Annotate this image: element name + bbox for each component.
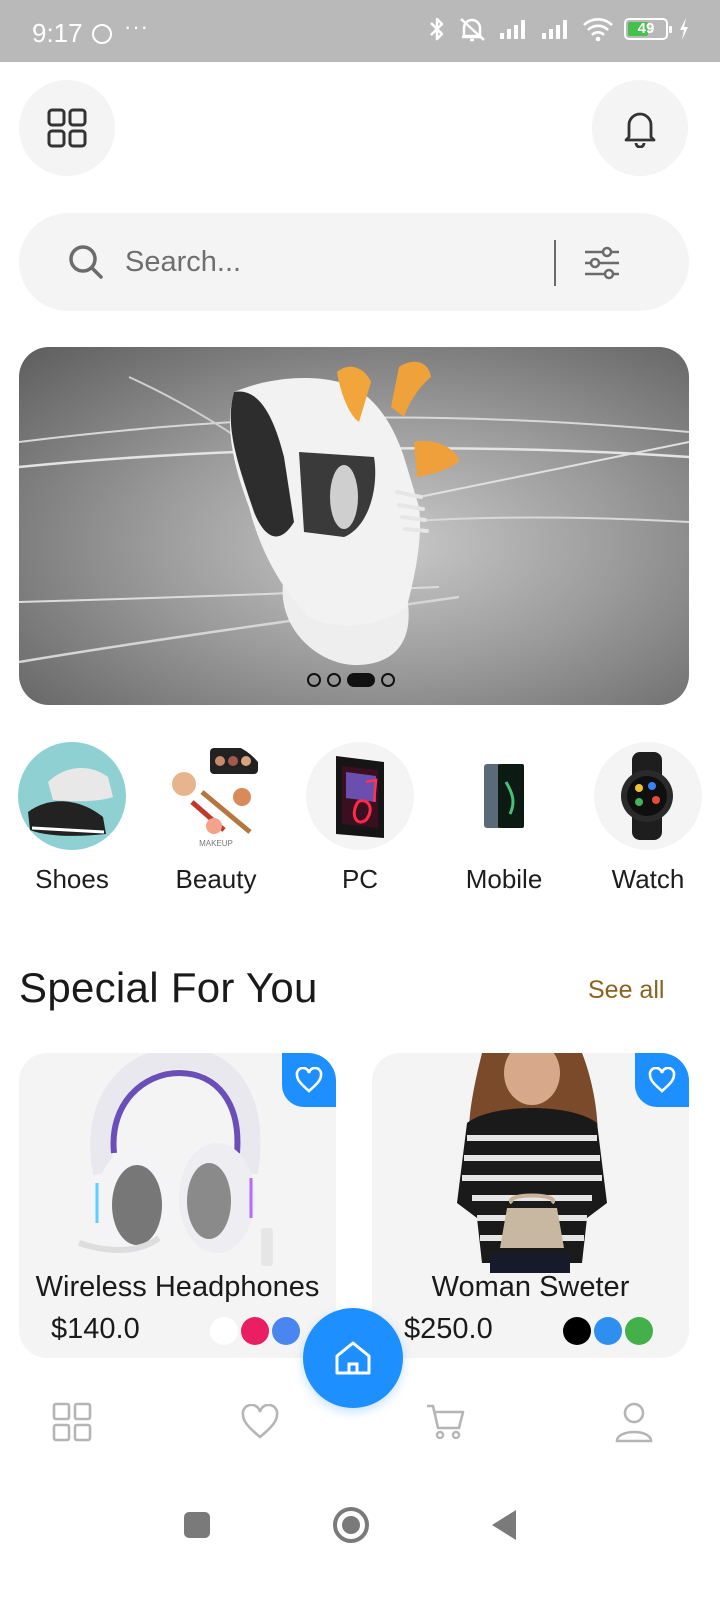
- battery-icon: 49: [624, 18, 672, 40]
- category-beauty[interactable]: MAKEUP Beauty: [146, 742, 286, 895]
- nav-cart[interactable]: [424, 1400, 468, 1444]
- heart-icon: [241, 1404, 279, 1439]
- color-swatch-black[interactable]: [563, 1317, 591, 1345]
- bluetooth-icon: [430, 17, 444, 41]
- color-swatches: [207, 1317, 300, 1345]
- category-mobile[interactable]: Mobile: [434, 742, 574, 895]
- product-card[interactable]: Wireless Headphones $140.0: [19, 1053, 336, 1358]
- system-nav-bar: [0, 1480, 720, 1600]
- makeup-caption: MAKEUP: [199, 839, 233, 848]
- color-swatches: [560, 1317, 653, 1345]
- product-card[interactable]: Woman Sweter $250.0: [372, 1053, 689, 1358]
- category-label: Beauty: [175, 864, 257, 894]
- search-input[interactable]: [125, 237, 525, 287]
- mute-icon: [460, 18, 485, 42]
- home-icon: [335, 1341, 371, 1375]
- category-watch[interactable]: Watch: [578, 742, 718, 895]
- search-divider: [554, 240, 556, 286]
- status-icons: 49: [426, 16, 690, 42]
- grid-icon: [47, 108, 87, 148]
- section-title: Special For You: [19, 964, 318, 1011]
- color-swatch-white[interactable]: [210, 1317, 238, 1345]
- color-swatch-blue[interactable]: [594, 1317, 622, 1345]
- heart-icon: [295, 1067, 323, 1093]
- product-price: $140.0: [51, 1313, 140, 1345]
- signal-icon: [500, 20, 525, 39]
- carousel-dot[interactable]: [381, 673, 395, 687]
- back-button[interactable]: [490, 1508, 520, 1542]
- nav-home[interactable]: [303, 1308, 403, 1408]
- nav-favorites[interactable]: [238, 1400, 282, 1444]
- color-swatch-blue[interactable]: [272, 1317, 300, 1345]
- category-label: Watch: [611, 864, 685, 894]
- nav-categories[interactable]: [50, 1400, 94, 1444]
- battery-level: 49: [637, 20, 655, 37]
- favorite-button[interactable]: [282, 1053, 336, 1107]
- home-system-button[interactable]: [331, 1505, 371, 1545]
- more-dots: ···: [124, 14, 149, 39]
- search-icon: [69, 245, 103, 279]
- carousel-dots: [307, 673, 395, 687]
- category-label: Shoes: [35, 864, 109, 894]
- face-icon: [92, 24, 112, 44]
- carousel-dot[interactable]: [327, 673, 341, 687]
- category-pc[interactable]: PC: [290, 742, 430, 895]
- menu-button[interactable]: [19, 80, 115, 176]
- color-swatch-pink[interactable]: [241, 1317, 269, 1345]
- shoes-image: [18, 742, 126, 850]
- grid-icon: [52, 1402, 92, 1442]
- makeup-image: MAKEUP: [162, 742, 270, 850]
- pc-image: [306, 742, 414, 850]
- favorite-button[interactable]: [635, 1053, 689, 1107]
- sneaker-image: [19, 361, 689, 666]
- phone-image: [450, 742, 558, 850]
- status-bar: 9:17 ··· 49: [0, 0, 720, 62]
- product-name: Woman Sweter: [431, 1271, 630, 1303]
- recents-button[interactable]: [182, 1510, 212, 1540]
- carousel-dot-active[interactable]: [347, 673, 375, 687]
- cart-icon: [427, 1404, 465, 1440]
- promo-banner[interactable]: [19, 347, 689, 705]
- watch-image: [594, 742, 702, 850]
- category-label: Mobile: [465, 864, 543, 894]
- user-icon: [615, 1402, 653, 1443]
- signal-icon: [542, 20, 567, 39]
- category-list: Shoes MAKEUP Beauty PC Mobile Watch: [0, 742, 720, 902]
- charging-icon: [680, 18, 688, 40]
- sliders-icon[interactable]: [583, 246, 621, 280]
- wifi-icon: [583, 18, 613, 42]
- product-price: $250.0: [404, 1313, 493, 1345]
- nav-profile[interactable]: [612, 1400, 656, 1444]
- color-swatch-green[interactable]: [625, 1317, 653, 1345]
- product-name: Wireless Headphones: [35, 1271, 320, 1303]
- bell-icon: [624, 112, 656, 148]
- search-bar: [19, 213, 689, 311]
- category-label: PC: [341, 864, 379, 894]
- heart-icon: [648, 1067, 676, 1093]
- status-time: 9:17: [32, 18, 83, 48]
- category-shoes[interactable]: Shoes: [2, 742, 142, 895]
- see-all-link[interactable]: See all: [588, 976, 664, 1005]
- carousel-dot[interactable]: [307, 673, 321, 687]
- notification-button[interactable]: [592, 80, 688, 176]
